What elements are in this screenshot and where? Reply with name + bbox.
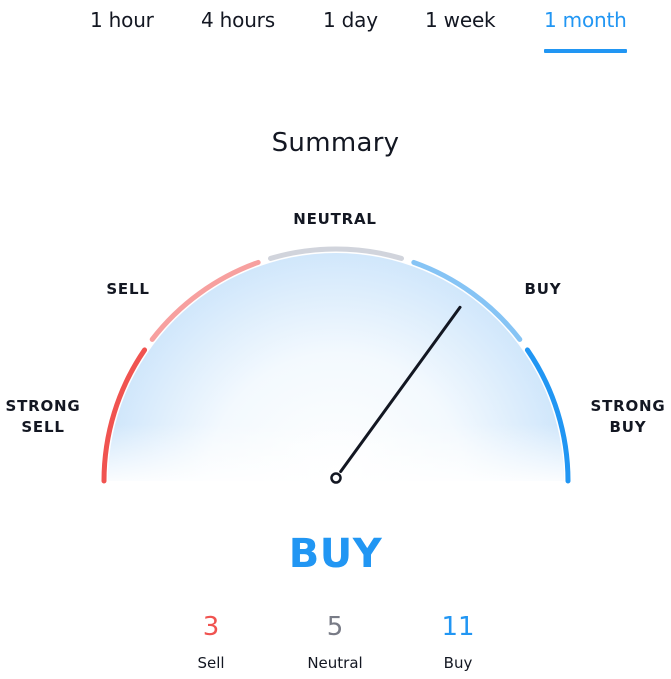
sell-count: 3 bbox=[202, 612, 220, 642]
gauge-fade bbox=[108, 253, 564, 481]
summary-gauge bbox=[101, 246, 571, 484]
summary-verdict: BUY bbox=[288, 531, 383, 577]
neutral-count: 5 bbox=[326, 612, 344, 642]
sell-count-label: Sell bbox=[197, 654, 225, 672]
gauge-label-neutral: NEUTRAL bbox=[293, 210, 377, 228]
label-line: STRONG bbox=[590, 397, 666, 415]
buy-count-label: Buy bbox=[443, 654, 473, 672]
label-line: BUY bbox=[609, 418, 647, 436]
gauge-label-strong-buy: STRONG BUY bbox=[585, 396, 671, 438]
neutral-count-label: Neutral bbox=[307, 654, 363, 672]
label-line: STRONG bbox=[5, 397, 81, 415]
buy-count: 11 bbox=[441, 612, 475, 642]
gauge-label-strong-sell: STRONG SELL bbox=[0, 396, 86, 438]
gauge-label-buy: BUY bbox=[524, 280, 562, 298]
gauge-label-sell: SELL bbox=[106, 280, 150, 298]
label-line: SELL bbox=[21, 418, 65, 436]
gauge-pivot bbox=[330, 472, 342, 484]
